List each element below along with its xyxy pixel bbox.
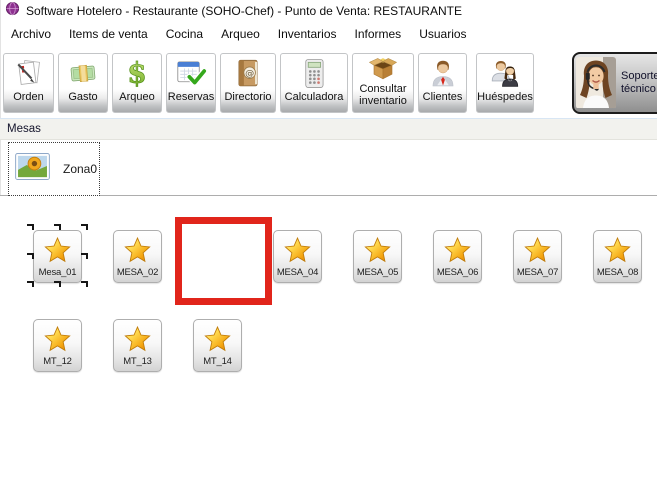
tab-zona0-label: Zona0 bbox=[63, 162, 98, 176]
selection-handle[interactable] bbox=[27, 224, 34, 230]
svg-text:@: @ bbox=[245, 69, 254, 79]
star-icon bbox=[523, 231, 552, 267]
mesa-button-label: MESA_07 bbox=[516, 267, 559, 278]
menubar: Archivo Items de venta Cocina Arqueo Inv… bbox=[0, 22, 657, 46]
tab-zona0[interactable]: Zona0 bbox=[8, 142, 100, 196]
mesa-button-mesa-08[interactable]: MESA_08 bbox=[593, 230, 642, 283]
toolbar: Orden Gasto $ Arqueo Reservas @ Director… bbox=[0, 48, 657, 118]
reservas-button[interactable]: Reservas bbox=[166, 53, 216, 113]
star-icon bbox=[603, 231, 632, 267]
selection-handle[interactable] bbox=[27, 253, 34, 259]
arqueo-button[interactable]: $ Arqueo bbox=[112, 53, 162, 113]
star-icon bbox=[43, 231, 72, 267]
star-icon bbox=[43, 320, 72, 356]
selection-handle[interactable] bbox=[81, 253, 88, 259]
menu-usuarios[interactable]: Usuarios bbox=[410, 24, 475, 44]
mesa-button-mesa-01[interactable]: Mesa_01 bbox=[33, 230, 82, 283]
mesa-button-label: MT_12 bbox=[43, 356, 72, 367]
calendar-check-icon bbox=[173, 54, 209, 92]
menu-arqueo[interactable]: Arqueo bbox=[212, 24, 269, 44]
star-icon bbox=[443, 231, 472, 267]
mesas-panel-title: Mesas bbox=[7, 123, 41, 135]
toolbar-button-label: Huéspedes bbox=[477, 90, 533, 103]
mesa-button-label: MESA_06 bbox=[436, 267, 479, 278]
support-agent-photo bbox=[576, 57, 616, 109]
mesa-button-mt-13[interactable]: MT_13 bbox=[113, 319, 162, 372]
mesa-button-mt-12[interactable]: MT_12 bbox=[33, 319, 82, 372]
titlebar: Software Hotelero - Restaurante (SOHO-Ch… bbox=[0, 0, 657, 22]
money-bundle-icon bbox=[65, 54, 101, 92]
calculator-icon bbox=[296, 54, 332, 92]
mesa-button-label: MESA_05 bbox=[356, 267, 399, 278]
selection-handle[interactable] bbox=[81, 224, 88, 230]
globe-icon bbox=[5, 1, 20, 21]
mesa-button-label: MT_13 bbox=[123, 356, 152, 367]
toolbar-button-label: Directorio bbox=[224, 90, 272, 103]
star-icon bbox=[203, 320, 232, 356]
clientes-button[interactable]: Clientes bbox=[418, 53, 467, 113]
star-icon bbox=[363, 231, 392, 267]
toolbar-button-label: Calculadora bbox=[284, 90, 344, 103]
mesa-button-mesa-04[interactable]: MESA_04 bbox=[273, 230, 322, 283]
mesas-canvas: Mesa_01 MESA_02 MESA_04 MESA_05 MESA_06 … bbox=[0, 196, 657, 497]
star-icon bbox=[123, 320, 152, 356]
huespedes-button[interactable]: Huéspedes bbox=[476, 53, 534, 113]
soporte-tecnico-button[interactable]: Soporte técnico bbox=[572, 52, 657, 114]
menu-cocina[interactable]: Cocina bbox=[157, 24, 212, 44]
star-icon bbox=[123, 231, 152, 267]
selection-handle[interactable] bbox=[81, 281, 88, 287]
consultar-inventario-button[interactable]: Consultar inventario bbox=[352, 53, 414, 113]
mesa-button-mesa-02[interactable]: MESA_02 bbox=[113, 230, 162, 283]
selection-handle[interactable] bbox=[54, 281, 61, 287]
mesa-button-label: Mesa_01 bbox=[38, 267, 77, 278]
mesa-button-mesa-05[interactable]: MESA_05 bbox=[353, 230, 402, 283]
selection-handle[interactable] bbox=[27, 281, 34, 287]
directorio-button[interactable]: @ Directorio bbox=[220, 53, 276, 113]
menu-informes[interactable]: Informes bbox=[346, 24, 411, 44]
toolbar-button-label: Gasto bbox=[68, 90, 98, 103]
dollar-sign-icon: $ bbox=[119, 54, 155, 92]
address-book-icon: @ bbox=[230, 54, 266, 92]
support-button-label: Soporte técnico bbox=[621, 70, 657, 95]
mesa-button-mesa-06[interactable]: MESA_06 bbox=[433, 230, 482, 283]
mesas-panel-header: Mesas bbox=[0, 118, 657, 140]
toolbar-button-label: Reservas bbox=[167, 90, 215, 103]
toolbar-button-label: Arqueo bbox=[119, 90, 155, 103]
menu-inventarios[interactable]: Inventarios bbox=[269, 24, 346, 44]
order-notepad-icon bbox=[11, 54, 47, 92]
mesa-button-label: MESA_04 bbox=[276, 267, 319, 278]
menu-archivo[interactable]: Archivo bbox=[2, 24, 60, 44]
client-person-icon bbox=[425, 54, 461, 92]
app-window: Software Hotelero - Restaurante (SOHO-Ch… bbox=[0, 0, 657, 497]
svg-text:$: $ bbox=[127, 57, 147, 90]
guests-people-icon bbox=[487, 54, 523, 92]
star-icon bbox=[283, 231, 312, 267]
highlight-rectangle bbox=[175, 217, 272, 305]
mesa-button-mesa-07[interactable]: MESA_07 bbox=[513, 230, 562, 283]
gasto-button[interactable]: Gasto bbox=[58, 53, 108, 113]
mesa-button-label: MT_14 bbox=[203, 356, 232, 367]
selection-handle[interactable] bbox=[54, 224, 61, 230]
mesa-button-label: MESA_02 bbox=[116, 267, 159, 278]
orden-button[interactable]: Orden bbox=[3, 53, 54, 113]
menu-items-de-venta[interactable]: Items de venta bbox=[60, 24, 157, 44]
mesa-button-label: MESA_08 bbox=[596, 267, 639, 278]
mesa-button-mt-14[interactable]: MT_14 bbox=[193, 319, 242, 372]
open-box-icon bbox=[365, 54, 401, 84]
toolbar-button-label: Consultar inventario bbox=[359, 83, 407, 107]
toolbar-button-label: Clientes bbox=[422, 90, 463, 103]
picture-icon bbox=[15, 153, 50, 185]
toolbar-button-label: Orden bbox=[13, 90, 44, 103]
window-title: Software Hotelero - Restaurante (SOHO-Ch… bbox=[26, 4, 462, 18]
calculadora-button[interactable]: Calculadora bbox=[280, 53, 348, 113]
